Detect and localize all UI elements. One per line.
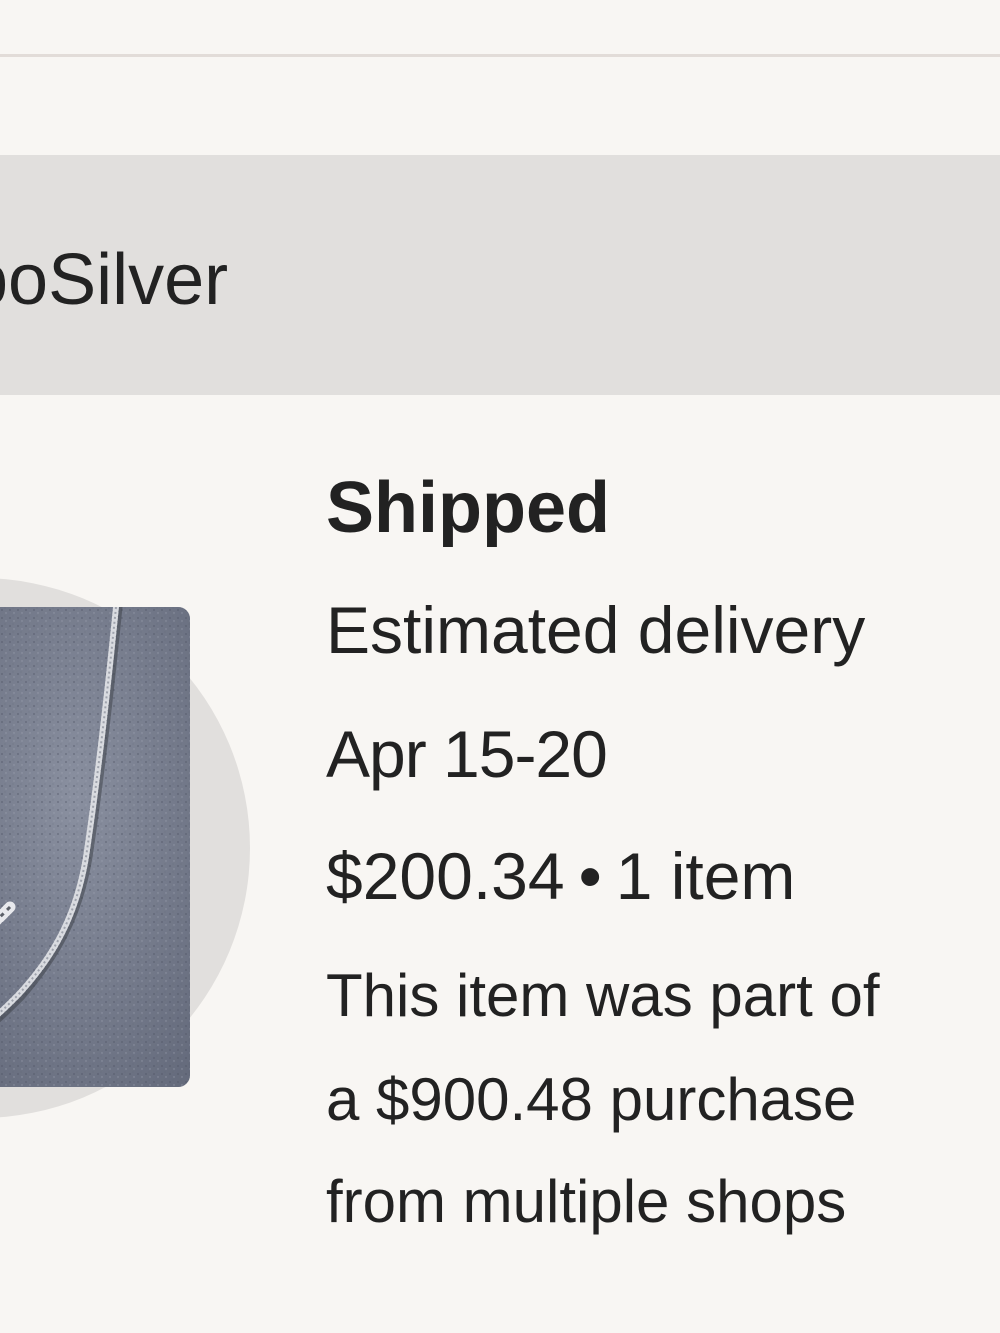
order-price: $200.34 (326, 839, 565, 913)
necklace-image (0, 607, 190, 1087)
purchase-note-line-3: from multiple shops (326, 1168, 847, 1235)
item-count: 1 item (615, 839, 796, 913)
order-detail-screen: boSilver (0, 0, 1000, 1333)
separator-dot: • (578, 839, 602, 913)
shop-name[interactable]: boSilver (0, 238, 228, 322)
order-status: Shipped (326, 468, 610, 548)
top-divider (0, 54, 1000, 57)
order-item-thumbnail[interactable] (0, 607, 190, 1087)
purchase-note-line-1: This item was part of (326, 962, 880, 1029)
delivery-dates: Apr 15-20 (326, 717, 608, 791)
purchase-note-line-2: a $900.48 purchase (326, 1066, 857, 1133)
delivery-label: Estimated delivery (326, 593, 866, 667)
price-row: $200.34 • 1 item (326, 836, 795, 916)
